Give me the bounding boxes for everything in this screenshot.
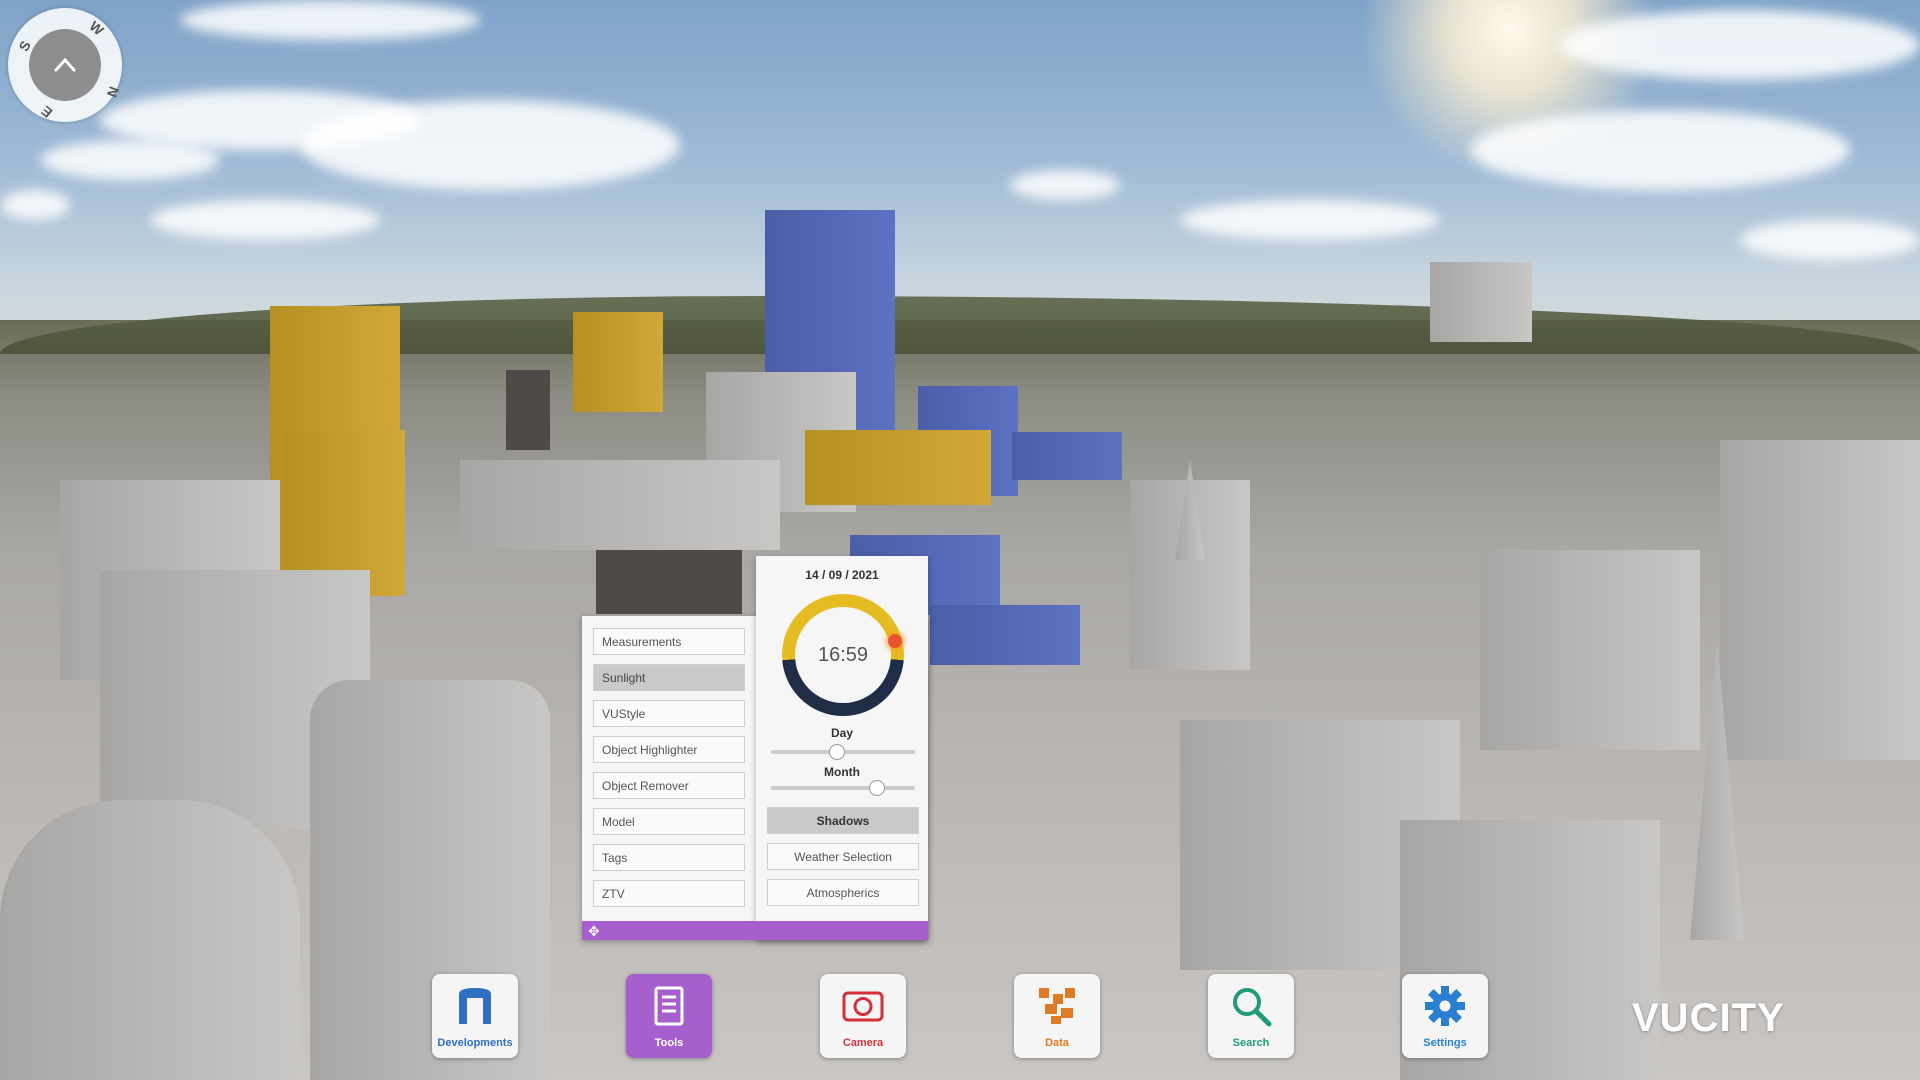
- vucity-logo: VUCITY: [1632, 996, 1785, 1040]
- data-icon: [1035, 984, 1079, 1028]
- city-3d-viewport[interactable]: [0, 0, 1920, 1080]
- move-icon[interactable]: ✥: [588, 923, 600, 940]
- month-slider[interactable]: [771, 780, 915, 796]
- building: [0, 800, 300, 1080]
- development-block: [930, 605, 1080, 665]
- camera-icon: [841, 984, 885, 1028]
- dock-button-label: Developments: [437, 1037, 513, 1049]
- day-slider[interactable]: [771, 744, 915, 760]
- tools-menu: Measurements Sunlight VUStyle Object Highli…: [593, 628, 745, 916]
- cloud: [1470, 110, 1850, 190]
- tool-item-measurements[interactable]: Measurements: [593, 628, 745, 655]
- tool-item-model[interactable]: Model: [593, 808, 745, 835]
- sun-position-handle[interactable]: [888, 634, 902, 648]
- cloud: [0, 190, 70, 220]
- developments-icon: [453, 984, 497, 1028]
- development-block: [1012, 432, 1122, 480]
- tool-item-tags[interactable]: Tags: [593, 844, 745, 871]
- cloud: [150, 200, 380, 240]
- tool-item-object-remover[interactable]: Object Remover: [593, 772, 745, 799]
- search-icon: [1229, 984, 1273, 1028]
- cloud: [180, 0, 480, 40]
- cloud: [1740, 220, 1920, 260]
- cloud: [1010, 170, 1120, 200]
- month-slider-label: Month: [824, 765, 860, 779]
- compass-reset-button[interactable]: [29, 29, 101, 101]
- dock-settings-button[interactable]: Settings: [1402, 974, 1488, 1058]
- dock-camera-button[interactable]: Camera: [820, 974, 906, 1058]
- compass[interactable]: W S N E: [8, 8, 122, 122]
- sunlight-date: 14 / 09 / 2021: [805, 568, 879, 582]
- settings-icon: [1423, 984, 1467, 1028]
- dock-developments-button[interactable]: Developments: [432, 974, 518, 1058]
- chevron-up-icon: [54, 57, 76, 72]
- panel-drag-bar[interactable]: ✥: [582, 921, 928, 940]
- sun-time-dial[interactable]: 16:59: [782, 594, 904, 716]
- building: [1720, 440, 1920, 760]
- month-slider-thumb[interactable]: [868, 780, 885, 796]
- dock-data-button[interactable]: Data: [1014, 974, 1100, 1058]
- sun-time-readout: 16:59: [795, 607, 891, 703]
- cloud: [40, 140, 220, 180]
- atmospherics-button[interactable]: Atmospherics: [767, 879, 919, 906]
- cloud: [300, 100, 680, 190]
- building: [1480, 550, 1700, 750]
- tool-item-object-highlighter[interactable]: Object Highlighter: [593, 736, 745, 763]
- cloud: [1560, 10, 1920, 80]
- tool-item-sunlight[interactable]: Sunlight: [593, 664, 745, 691]
- tool-item-vustyle[interactable]: VUStyle: [593, 700, 745, 727]
- dock-button-label: Camera: [842, 1037, 884, 1049]
- dock-button-label: Search: [1232, 1037, 1270, 1049]
- building: [460, 460, 780, 550]
- development-block: [805, 430, 991, 505]
- day-slider-label: Day: [830, 726, 853, 740]
- shadows-button[interactable]: Shadows: [767, 807, 919, 834]
- development-block: [573, 312, 663, 412]
- dock-tools-button[interactable]: Tools: [626, 974, 712, 1058]
- tool-item-ztv[interactable]: ZTV: [593, 880, 745, 907]
- dock-button-label: Settings: [1423, 1037, 1467, 1049]
- dock-button-label: Data: [1045, 1037, 1069, 1049]
- dock-search-button[interactable]: Search: [1208, 974, 1294, 1058]
- day-slider-thumb[interactable]: [828, 744, 845, 760]
- cloud: [1180, 200, 1440, 240]
- dock-button-label: Tools: [654, 1037, 684, 1049]
- tools-icon: [647, 984, 691, 1028]
- weather-selection-button[interactable]: Weather Selection: [767, 843, 919, 870]
- building: [506, 370, 550, 450]
- building: [1430, 262, 1532, 342]
